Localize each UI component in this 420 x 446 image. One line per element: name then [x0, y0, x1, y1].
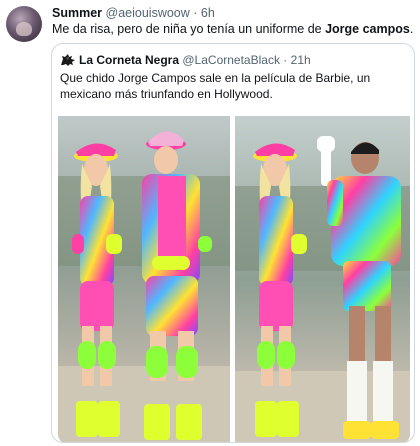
author-name[interactable]: Summer — [52, 6, 102, 20]
tweet-header: Summer @aeiouiswoow · 6h — [52, 5, 215, 21]
quoted-author-handle[interactable]: @LaCornetaBlack — [182, 53, 280, 67]
tweet[interactable]: Summer @aeiouiswoow · 6h Me da risa, per… — [0, 0, 420, 446]
quoted-author-name[interactable]: La Corneta Negra — [79, 53, 179, 67]
tweet-text: Me da risa, pero de niña yo tenía un uni… — [52, 21, 413, 37]
separator: · — [193, 6, 198, 20]
tweet-text-start: Me da risa, pero de niña yo tenía un uni… — [52, 22, 326, 36]
timestamp[interactable]: 6h — [201, 6, 215, 20]
quoted-timestamp[interactable]: 21h — [291, 53, 311, 67]
black-horse-logo-icon — [60, 53, 76, 67]
tweet-text-end: . — [409, 22, 414, 36]
photo-right[interactable] — [235, 116, 410, 442]
avatar[interactable] — [6, 6, 42, 42]
quoted-text: Que chido Jorge Campos sale en la pelícu… — [60, 71, 371, 101]
author-handle[interactable]: @aeiouiswoow — [106, 6, 190, 20]
quoted-tweet[interactable]: La Corneta Negra @LaCornetaBlack · 21h Q… — [51, 43, 415, 443]
quoted-header: La Corneta Negra @LaCornetaBlack · 21h — [79, 52, 311, 68]
tweet-text-bold: Jorge campos — [325, 22, 410, 36]
photo-left[interactable] — [58, 116, 230, 442]
quoted-separator: · — [283, 53, 288, 67]
